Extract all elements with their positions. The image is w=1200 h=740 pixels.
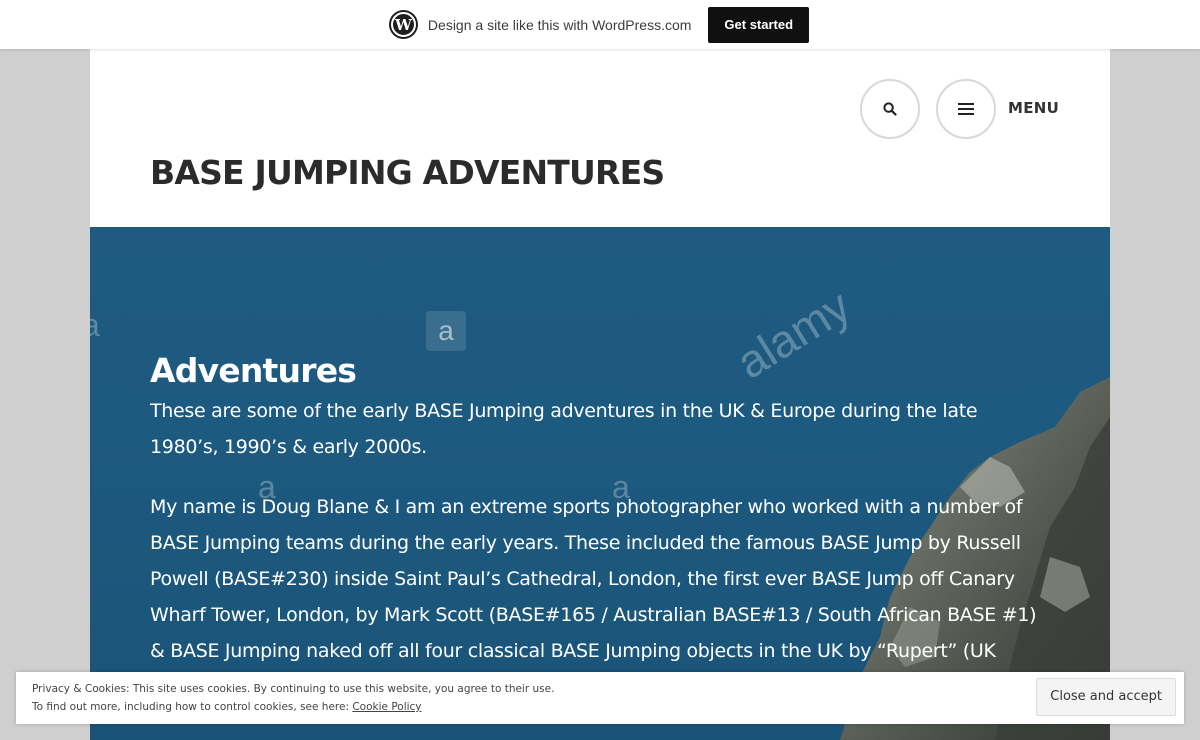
wordpress-banner: W Design a site like this with WordPress… bbox=[0, 0, 1200, 49]
page-card: MENU BASE JUMPING ADVENTURES alamy a a a… bbox=[90, 49, 1110, 740]
hero-paragraph-intro: These are some of the early BASE Jumping… bbox=[150, 400, 978, 458]
alamy-watermark-badge: a bbox=[426, 311, 466, 351]
cookie-policy-link[interactable]: Cookie Policy bbox=[352, 701, 421, 713]
cookie-line-1: Privacy & Cookies: This site uses cookie… bbox=[32, 683, 555, 695]
search-icon bbox=[883, 102, 897, 116]
cookie-text: Privacy & Cookies: This site uses cookie… bbox=[32, 680, 554, 716]
cookie-notice: Privacy & Cookies: This site uses cookie… bbox=[16, 672, 1184, 724]
menu-label[interactable]: MENU bbox=[1008, 99, 1059, 117]
site-title[interactable]: BASE JUMPING ADVENTURES bbox=[150, 153, 665, 192]
wordpress-logo-icon[interactable]: W bbox=[390, 12, 416, 37]
hero-content: Adventures These are some of the early B… bbox=[150, 349, 1050, 693]
menu-toggle-button[interactable] bbox=[936, 79, 996, 139]
site-header: MENU BASE JUMPING ADVENTURES bbox=[90, 49, 1110, 227]
search-button[interactable] bbox=[860, 79, 920, 139]
cookie-line-2-prefix: To find out more, including how to contr… bbox=[32, 701, 353, 713]
hamburger-icon bbox=[958, 103, 974, 115]
cookie-line-2: To find out more, including how to contr… bbox=[32, 698, 554, 716]
hero-title: Adventures bbox=[150, 351, 357, 390]
close-and-accept-button[interactable]: Close and accept bbox=[1036, 678, 1176, 716]
hero-banner: alamy a a a a Adventures These are some … bbox=[90, 227, 1110, 740]
wordpress-banner-text[interactable]: Design a site like this with WordPress.c… bbox=[428, 17, 692, 33]
alamy-watermark-letter-3: a bbox=[90, 307, 100, 343]
get-started-button[interactable]: Get started bbox=[708, 6, 810, 43]
hero-paragraph-bio: My name is Doug Blane & I am an extreme … bbox=[150, 496, 1037, 662]
